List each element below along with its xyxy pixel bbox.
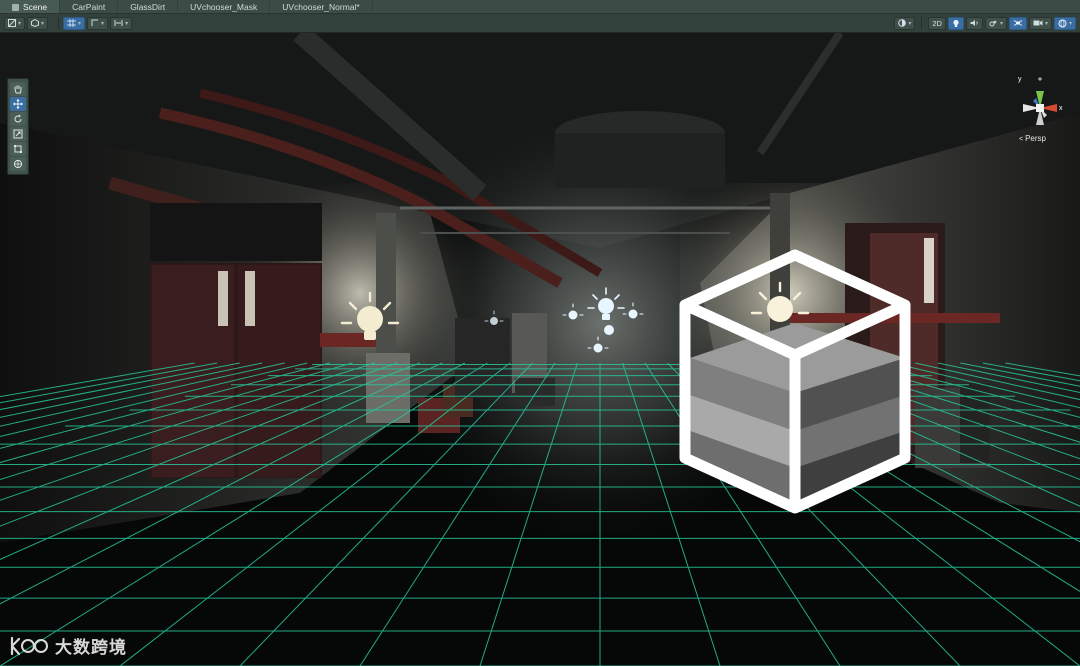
chevron-down-icon: ▾ bbox=[125, 20, 129, 27]
snap-settings-button[interactable]: ▾ bbox=[87, 16, 109, 30]
audio-toggle-button[interactable] bbox=[965, 16, 983, 30]
scene-viewport[interactable]: y x < Persp bbox=[0, 33, 1080, 666]
watermark-logo-icon bbox=[10, 636, 48, 655]
tool-palette bbox=[7, 78, 29, 175]
chevron-down-icon: ▾ bbox=[101, 20, 105, 27]
shading-sphere-button[interactable]: ▾ bbox=[894, 16, 916, 30]
cube-icon bbox=[31, 19, 40, 27]
chevron-left-icon: < bbox=[1019, 136, 1024, 143]
rect-transform-icon bbox=[14, 145, 22, 153]
scale-tool-button[interactable] bbox=[10, 127, 26, 141]
scene-icon bbox=[12, 4, 19, 11]
projection-toggle[interactable]: < Persp bbox=[1019, 134, 1046, 143]
chevron-down-icon: ▾ bbox=[1068, 20, 1072, 27]
toolbar-divider bbox=[58, 17, 60, 29]
chevron-down-icon: ▾ bbox=[41, 20, 45, 27]
tab-glassdirt[interactable]: GlassDirt bbox=[118, 0, 179, 13]
increment-snap-button[interactable]: ▾ bbox=[110, 16, 133, 30]
gizmo-x-label: x bbox=[1059, 105, 1063, 112]
rotate-icon bbox=[14, 114, 22, 123]
grid-toggle-button[interactable]: ▾ bbox=[63, 16, 86, 30]
move-tool-button[interactable] bbox=[10, 97, 26, 111]
chevron-down-icon: ▾ bbox=[78, 20, 82, 27]
chevron-down-icon: ▾ bbox=[18, 20, 22, 27]
gizmo-y-label: y bbox=[1018, 76, 1022, 83]
scene-toolbar: ▾ ▾ ▾ ▾ ▾ ▾ 2D ▾ ▾ ▾ bbox=[0, 14, 1080, 33]
chevron-down-icon: ▾ bbox=[1044, 20, 1048, 27]
hidden-objects-button[interactable] bbox=[1008, 16, 1027, 30]
chevron-down-icon: ▾ bbox=[999, 20, 1003, 27]
scale-icon bbox=[13, 129, 23, 139]
gizmos-button[interactable]: ▾ bbox=[1053, 16, 1076, 30]
effects-button[interactable]: ▾ bbox=[984, 16, 1007, 30]
view-tool-button[interactable] bbox=[10, 82, 26, 96]
toolbar-divider bbox=[921, 17, 923, 29]
effects-icon bbox=[989, 20, 997, 27]
tab-uvchooser-mask[interactable]: UVchooser_Mask bbox=[178, 0, 271, 13]
camera-icon bbox=[1033, 20, 1043, 26]
lighting-toggle-button[interactable] bbox=[947, 16, 964, 30]
lightbulb-icon bbox=[953, 19, 959, 27]
speaker-icon bbox=[970, 20, 978, 26]
rotate-tool-button[interactable] bbox=[10, 112, 26, 126]
sphere-icon bbox=[898, 19, 907, 27]
editor-tab-bar: Scene CarPaint GlassDirt UVchooser_Mask … bbox=[0, 0, 1080, 14]
visibility-icon bbox=[1013, 20, 1023, 26]
hand-icon bbox=[14, 85, 22, 94]
tab-scene[interactable]: Scene bbox=[0, 0, 61, 13]
rect-tool-button[interactable] bbox=[10, 142, 26, 156]
transform-icon bbox=[13, 159, 23, 169]
move-arrows-icon bbox=[13, 99, 23, 109]
transform-tool-button[interactable] bbox=[10, 157, 26, 171]
watermark: 大数跨境 bbox=[10, 633, 127, 658]
snap-icon bbox=[91, 19, 99, 26]
grid-icon bbox=[67, 19, 77, 27]
draw-mode-button[interactable]: ▾ bbox=[4, 16, 26, 30]
scene-render bbox=[0, 33, 1080, 666]
draw-mode-icon bbox=[8, 19, 16, 27]
increment-snap-icon bbox=[114, 20, 123, 26]
lock-icon bbox=[1038, 77, 1042, 81]
camera-settings-button[interactable]: ▾ bbox=[1028, 16, 1052, 30]
shading-mode-button[interactable]: ▾ bbox=[27, 16, 49, 30]
tab-uvchooser-normal[interactable]: UVchooser_Normal* bbox=[270, 0, 373, 13]
chevron-down-icon: ▾ bbox=[908, 20, 912, 27]
gizmo-globe-icon bbox=[1058, 19, 1067, 27]
2d-toggle-button[interactable]: 2D bbox=[928, 16, 946, 30]
tab-carpaint[interactable]: CarPaint bbox=[60, 0, 119, 13]
